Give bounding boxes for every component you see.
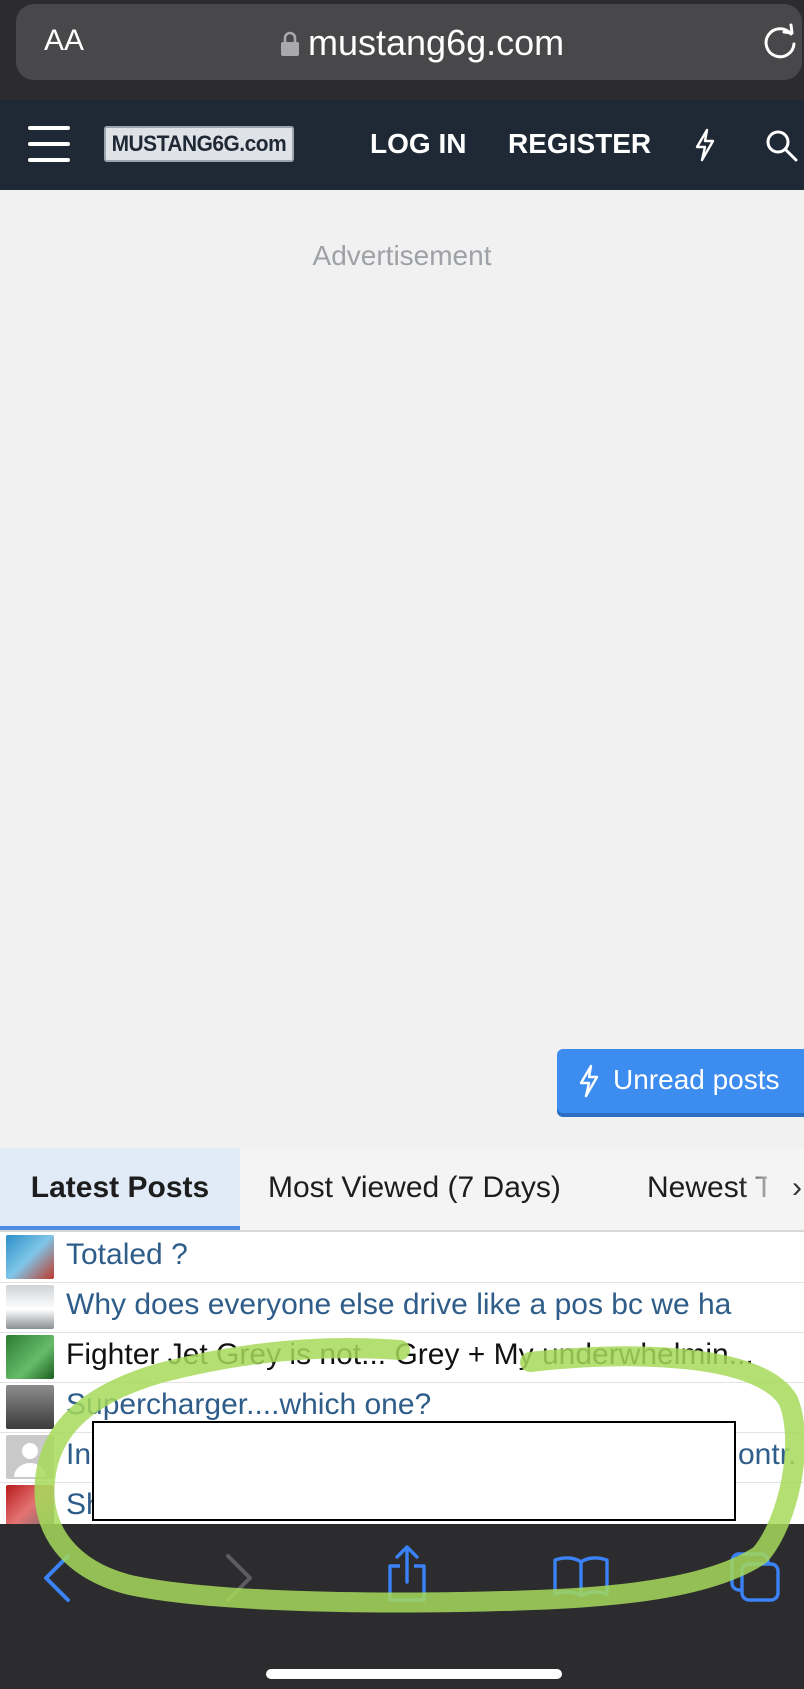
register-link[interactable]: REGISTER [508, 128, 651, 160]
tab-most-viewed[interactable]: Most Viewed (7 Days) [268, 1148, 561, 1228]
reload-icon[interactable] [760, 22, 800, 62]
unread-posts-label: Unread posts [613, 1064, 780, 1095]
list-item[interactable]: Fighter Jet Grey is not... Grey + My und… [0, 1332, 804, 1383]
url-text: mustang6g.com [308, 22, 565, 63]
advertisement-label: Advertisement [312, 240, 492, 271]
site-logo[interactable]: MUSTANG6G.com [104, 126, 294, 162]
site-header: MUSTANG6G.com LOG IN REGISTER [0, 100, 804, 190]
thread-thumbnail [6, 1285, 54, 1329]
thread-thumbnail [6, 1485, 54, 1524]
bookmarks-icon[interactable] [552, 1554, 610, 1598]
login-link[interactable]: LOG IN [370, 128, 466, 160]
unread-posts-button[interactable]: Unread posts [557, 1049, 804, 1113]
thread-thumbnail [6, 1385, 54, 1429]
thread-title[interactable]: Fighter Jet Grey is not... Grey + My und… [66, 1338, 754, 1372]
hamburger-menu-icon[interactable] [28, 126, 70, 162]
tab-latest-posts[interactable]: Latest Posts [0, 1148, 240, 1230]
browser-top-bar: AA mustang6g.com [0, 0, 804, 100]
share-icon[interactable] [384, 1544, 430, 1604]
chevron-right-icon[interactable]: › [792, 1148, 802, 1228]
forward-icon[interactable] [222, 1552, 256, 1604]
back-icon[interactable] [40, 1552, 74, 1604]
thread-thumbnail [6, 1235, 54, 1279]
lightning-bolt-icon [579, 1064, 599, 1098]
default-avatar-icon [6, 1435, 54, 1479]
thread-title-end[interactable]: ontr. [738, 1438, 796, 1472]
thread-title[interactable]: Why does everyone else drive like a pos … [66, 1288, 731, 1322]
text-size-button[interactable]: AA [44, 24, 84, 58]
list-item[interactable]: Why does everyone else drive like a pos … [0, 1282, 804, 1333]
lightning-bolt-icon[interactable] [692, 128, 718, 162]
lock-icon [281, 31, 299, 56]
tabs-icon[interactable] [728, 1550, 782, 1604]
list-item[interactable]: Totaled ? [0, 1232, 804, 1283]
address-bar[interactable]: AA mustang6g.com [16, 4, 802, 80]
thread-title[interactable]: Totaled ? [66, 1238, 188, 1272]
thread-title[interactable]: Supercharger....which one? [66, 1388, 431, 1422]
tab-fade [740, 1148, 780, 1228]
redaction-box [92, 1421, 736, 1521]
thread-thumbnail [6, 1335, 54, 1379]
thread-title[interactable]: In [66, 1438, 91, 1472]
home-indicator [266, 1669, 562, 1679]
search-icon[interactable] [764, 128, 798, 162]
browser-bottom-toolbar [0, 1524, 804, 1689]
posts-tabs: Latest Posts Most Viewed (7 Days) Newest… [0, 1148, 804, 1232]
